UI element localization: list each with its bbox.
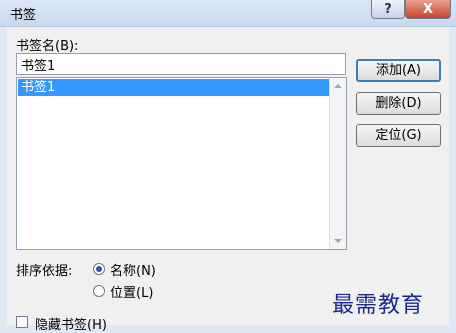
scroll-down-icon[interactable] (334, 239, 342, 243)
window-title: 书签 (10, 8, 37, 23)
close-button[interactable]: X (405, 0, 451, 19)
help-icon: ? (384, 1, 392, 17)
watermark-text: 最需教育 (332, 293, 425, 318)
sort-location-radio[interactable] (93, 285, 105, 297)
hidden-bookmarks-checkbox[interactable] (16, 316, 28, 328)
hidden-bookmarks-label[interactable]: 隐藏书签(H) (35, 314, 107, 333)
goto-button[interactable]: 定位(G) (356, 124, 441, 147)
add-button[interactable]: 添加(A) (356, 59, 441, 82)
title-bar: 书签 ? X (0, 0, 456, 27)
sort-name-label[interactable]: 名称(N) (110, 260, 156, 279)
list-item[interactable]: 书签1 (18, 79, 329, 96)
scroll-up-icon[interactable] (334, 84, 342, 88)
close-icon: X (422, 1, 434, 17)
sort-location-label[interactable]: 位置(L) (110, 282, 153, 301)
help-button[interactable]: ? (371, 0, 405, 19)
sort-name-radio[interactable] (93, 263, 105, 275)
bookmark-name-label: 书签名(B): (16, 39, 79, 54)
bookmark-list[interactable]: 书签1 (16, 77, 347, 250)
sort-by-label: 排序依据: (16, 264, 73, 279)
list-scrollbar[interactable] (329, 78, 346, 249)
delete-button[interactable]: 删除(D) (356, 92, 441, 115)
bookmark-name-input[interactable] (16, 53, 346, 75)
dialog-body: 书签名(B): 书签1 添加(A) 删除(D) 定位(G) 排序依据: 名称(N… (7, 27, 449, 333)
